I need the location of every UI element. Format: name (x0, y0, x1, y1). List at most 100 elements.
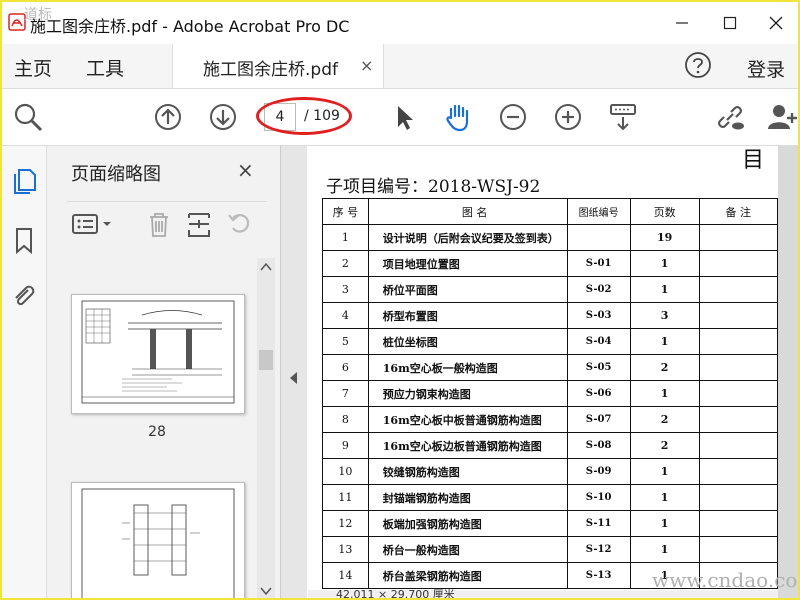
site-watermark: www.cndao.com (652, 568, 800, 592)
table-row: 13 桥台一般构造图 S-12 1 (322, 536, 778, 563)
page-thumbnail[interactable] (71, 294, 245, 414)
table-cell: S-11 (566, 510, 631, 537)
thumbnail-drawing (81, 488, 235, 598)
tab-close-button[interactable]: × (360, 56, 373, 75)
table-row: 4 桥型布置图 S-03 3 (322, 302, 778, 329)
table-cell: S-12 (566, 536, 631, 563)
window-title: 施工图余庄桥.pdf - Adobe Acrobat Pro DC (30, 17, 350, 36)
table-cell: 1 (629, 328, 700, 355)
highlight-annotation (256, 97, 352, 135)
table-cell (698, 536, 778, 563)
insert-page-icon[interactable] (185, 210, 213, 238)
table-cell: S-03 (566, 302, 631, 329)
zoom-in-icon[interactable] (552, 101, 584, 133)
add-user-icon[interactable] (766, 101, 798, 133)
hand-tool-icon[interactable] (442, 101, 474, 133)
maximize-button[interactable] (712, 8, 748, 38)
page-heading: 目 (742, 148, 765, 173)
document-view[interactable]: 目 子项目编号：2018-WSJ-92 序 号 图 名 图纸编号 页数 备 注 … (308, 146, 798, 598)
column-header: 序 号 (322, 198, 369, 225)
scroll-mode-icon[interactable] (607, 101, 639, 133)
table-cell: 12 (322, 510, 369, 537)
table-cell (698, 302, 778, 329)
thumbnails-scrollbar[interactable] (257, 258, 275, 598)
table-cell (566, 224, 631, 251)
table-cell: 桥台一般构造图 (367, 536, 568, 563)
table-header-row: 序 号 图 名 图纸编号 页数 备 注 (322, 198, 778, 225)
delete-page-icon[interactable] (145, 210, 173, 238)
table-row: 7 预应力钢束构造图 S-06 1 (322, 380, 778, 407)
table-cell: 2 (629, 354, 700, 381)
table-cell: 1 (629, 380, 700, 407)
table-cell: 1 (322, 224, 369, 251)
table-cell: 1 (629, 250, 700, 277)
table-cell: 9 (322, 432, 369, 459)
panel-close-button[interactable]: × (237, 158, 254, 182)
navigation-rail (2, 146, 47, 598)
previous-page-icon[interactable] (152, 101, 184, 133)
options-menu-icon[interactable] (71, 210, 115, 238)
table-cell: 5 (322, 328, 369, 355)
thumbnail-page-label: 28 (148, 424, 166, 440)
scroll-down-icon[interactable] (257, 584, 275, 598)
thumbnail-drawing (81, 300, 235, 404)
attachment-icon[interactable] (10, 282, 38, 310)
table-cell: 桥型布置图 (367, 302, 568, 329)
login-button[interactable]: 登录 (747, 55, 785, 82)
table-cell (698, 432, 778, 459)
table-cell: 预应力钢束构造图 (367, 380, 568, 407)
table-cell: S-09 (566, 458, 631, 485)
thumbnails-panel: 页面缩略图 × 28 (47, 146, 281, 598)
page-thumbnail[interactable] (71, 482, 245, 598)
table-cell: 7 (322, 380, 369, 407)
scroll-up-icon[interactable] (257, 260, 275, 274)
close-window-button[interactable] (758, 8, 794, 38)
table-cell: S-04 (566, 328, 631, 355)
table-cell: 2 (322, 250, 369, 277)
table-row: 1 设计说明（后附会议纪要及签到表） 19 (322, 224, 778, 251)
table-cell: 桥位平面图 (367, 276, 568, 303)
table-cell: 4 (322, 302, 369, 329)
search-zoom-icon[interactable] (12, 101, 44, 133)
table-cell: 项目地理位置图 (367, 250, 568, 277)
table-cell: S-02 (566, 276, 631, 303)
table-cell: S-10 (566, 484, 631, 511)
home-menu[interactable]: 主页 (14, 54, 52, 81)
table-cell: 10 (322, 458, 369, 485)
page-dimensions: 42.011 × 29.700 厘米 (336, 588, 455, 600)
undo-icon[interactable] (225, 210, 253, 238)
table-cell: 1 (629, 510, 700, 537)
pdf-page: 目 子项目编号：2018-WSJ-92 序 号 图 名 图纸编号 页数 备 注 … (308, 146, 778, 592)
table-cell: S-01 (566, 250, 631, 277)
table-cell: 桥台盖梁钢筋构造图 (367, 562, 568, 589)
table-cell: S-05 (566, 354, 631, 381)
tools-menu[interactable]: 工具 (86, 54, 124, 81)
table-cell: 3 (629, 302, 700, 329)
panel-collapse-strip[interactable] (281, 146, 307, 598)
share-link-icon[interactable] (714, 101, 746, 133)
next-page-icon[interactable] (207, 101, 239, 133)
table-cell: S-06 (566, 380, 631, 407)
table-row: 8 16m空心板中板普通钢筋构造图 S-07 2 (322, 406, 778, 433)
select-cursor-icon[interactable] (388, 101, 420, 133)
scrollbar-thumb[interactable] (259, 350, 273, 370)
table-cell: 1 (629, 536, 700, 563)
help-icon[interactable] (684, 51, 712, 79)
table-row: 2 项目地理位置图 S-01 1 (322, 250, 778, 277)
bookmark-icon[interactable] (10, 226, 38, 254)
title-bar: 道标 施工图余庄桥.pdf - Adobe Acrobat Pro DC (2, 2, 798, 44)
table-cell (698, 354, 778, 381)
collapse-left-icon[interactable] (281, 368, 307, 388)
minimize-button[interactable] (664, 8, 700, 38)
table-cell: 2 (629, 406, 700, 433)
zoom-out-icon[interactable] (497, 101, 529, 133)
table-cell: S-07 (566, 406, 631, 433)
table-cell (698, 484, 778, 511)
table-cell: 1 (629, 276, 700, 303)
table-cell: S-13 (566, 562, 631, 589)
drawing-index-table: 序 号 图 名 图纸编号 页数 备 注 1 设计说明（后附会议纪要及签到表） 19 2… (322, 198, 778, 589)
table-cell: 1 (629, 458, 700, 485)
document-tab[interactable]: 施工图余庄桥.pdf × (172, 44, 384, 88)
page-thumbnails-icon[interactable] (10, 166, 38, 194)
table-cell (698, 224, 778, 251)
